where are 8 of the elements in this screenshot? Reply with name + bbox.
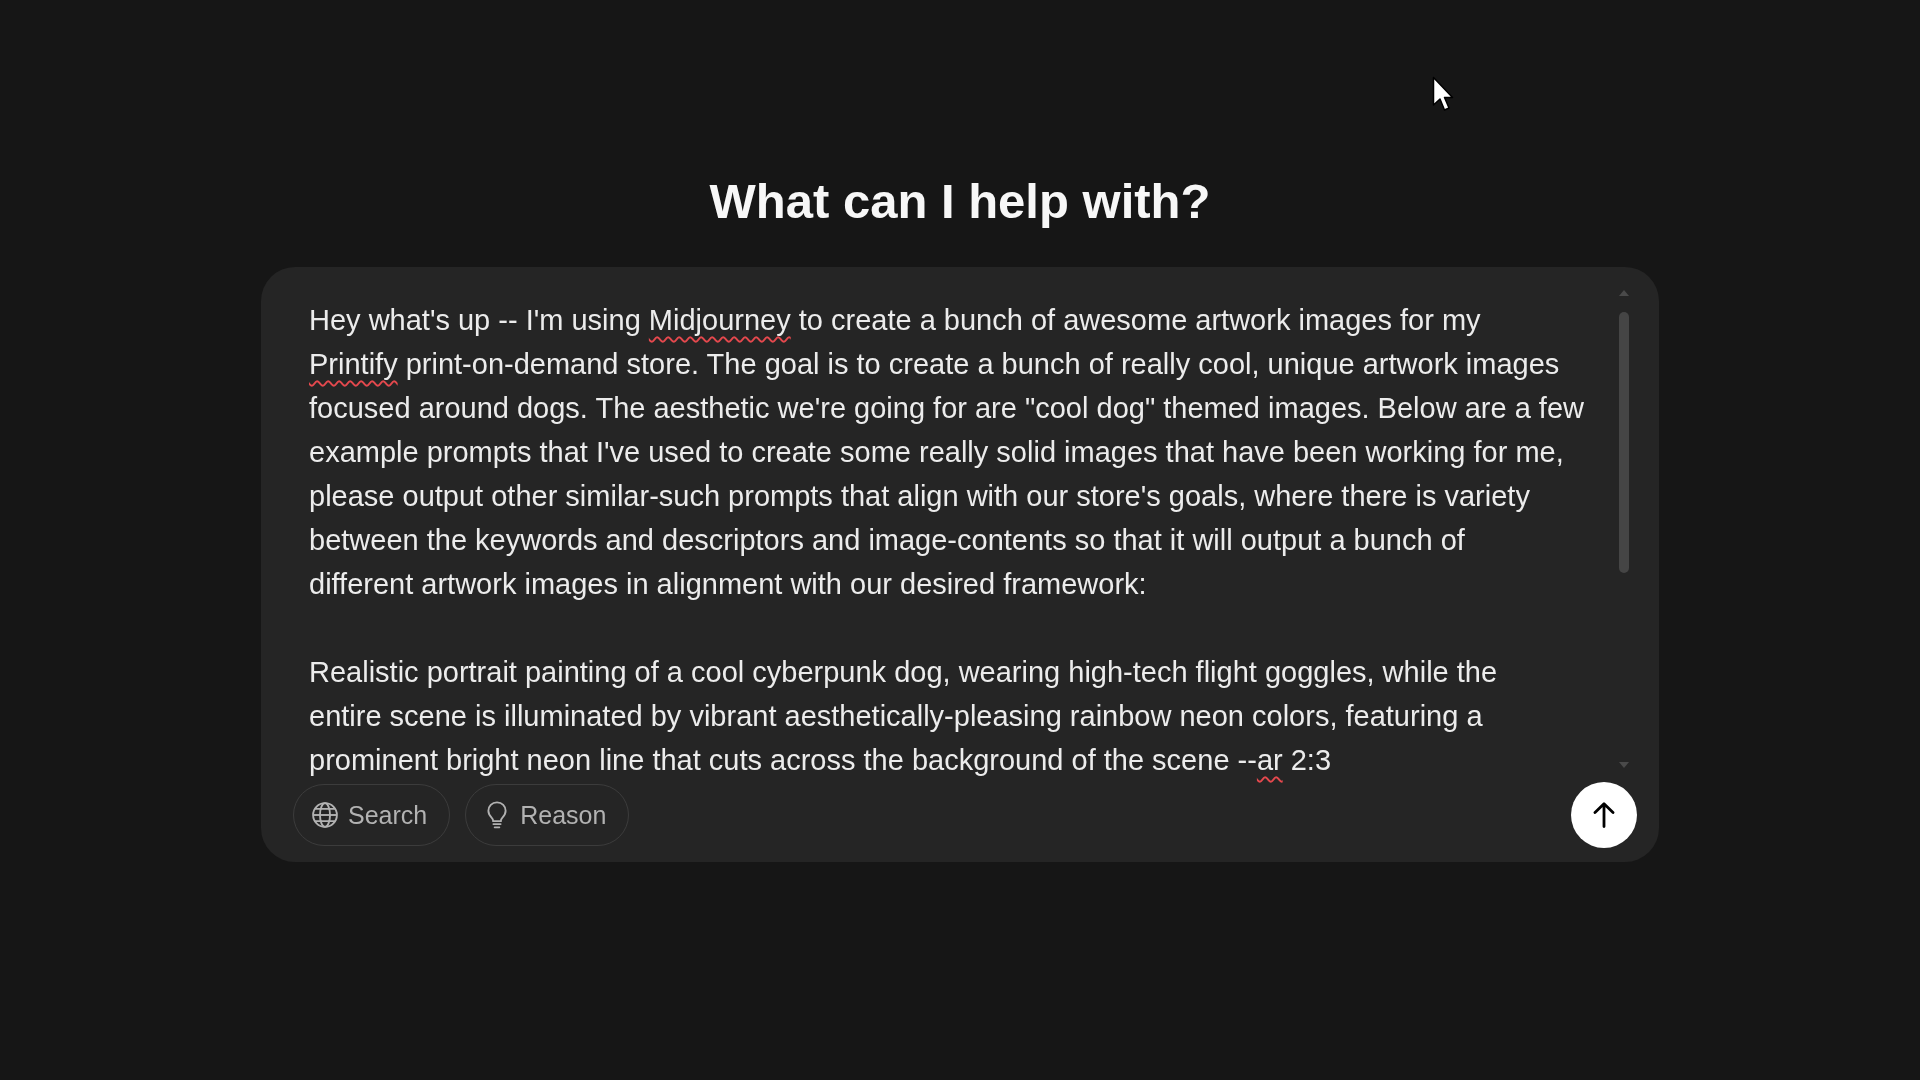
mouse-cursor-icon — [1432, 76, 1454, 112]
triangle-down-icon[interactable] — [1619, 762, 1629, 768]
arrow-up-icon — [1592, 802, 1616, 828]
scrollbar-thumb[interactable] — [1619, 312, 1629, 573]
page-heading: What can I help with? — [709, 173, 1211, 230]
triangle-up-icon[interactable] — [1619, 290, 1629, 296]
prompt-field[interactable]: Hey what's up -- I'm using Midjourney to create a bunch of awesome artwork images for my Printify print-on-demand store. The goal is to create a bunch of really cool, unique artwork images focused around dogs. The aesthetic we're going for are "cool dog" themed images. Below are a few example prompts that I've used to create some really solid images that have been working for me, please output other similar-such prompts that align with our store's goals, where there is variety between the keywords and descriptors and image-contents so that it will output a bunch of different artwork images in alignment with our desired framework: Realistic portrait painting of a cool cyberpunk dog, wearing high-tech flight goggles, while the entire scene is illuminated by vibrant aesthetically-pleasing rainbow neon colors, featuring a prominent bright neon line that cuts across the background of the scene --ar 2:3 — [309, 289, 1618, 782]
globe-icon — [311, 801, 339, 829]
